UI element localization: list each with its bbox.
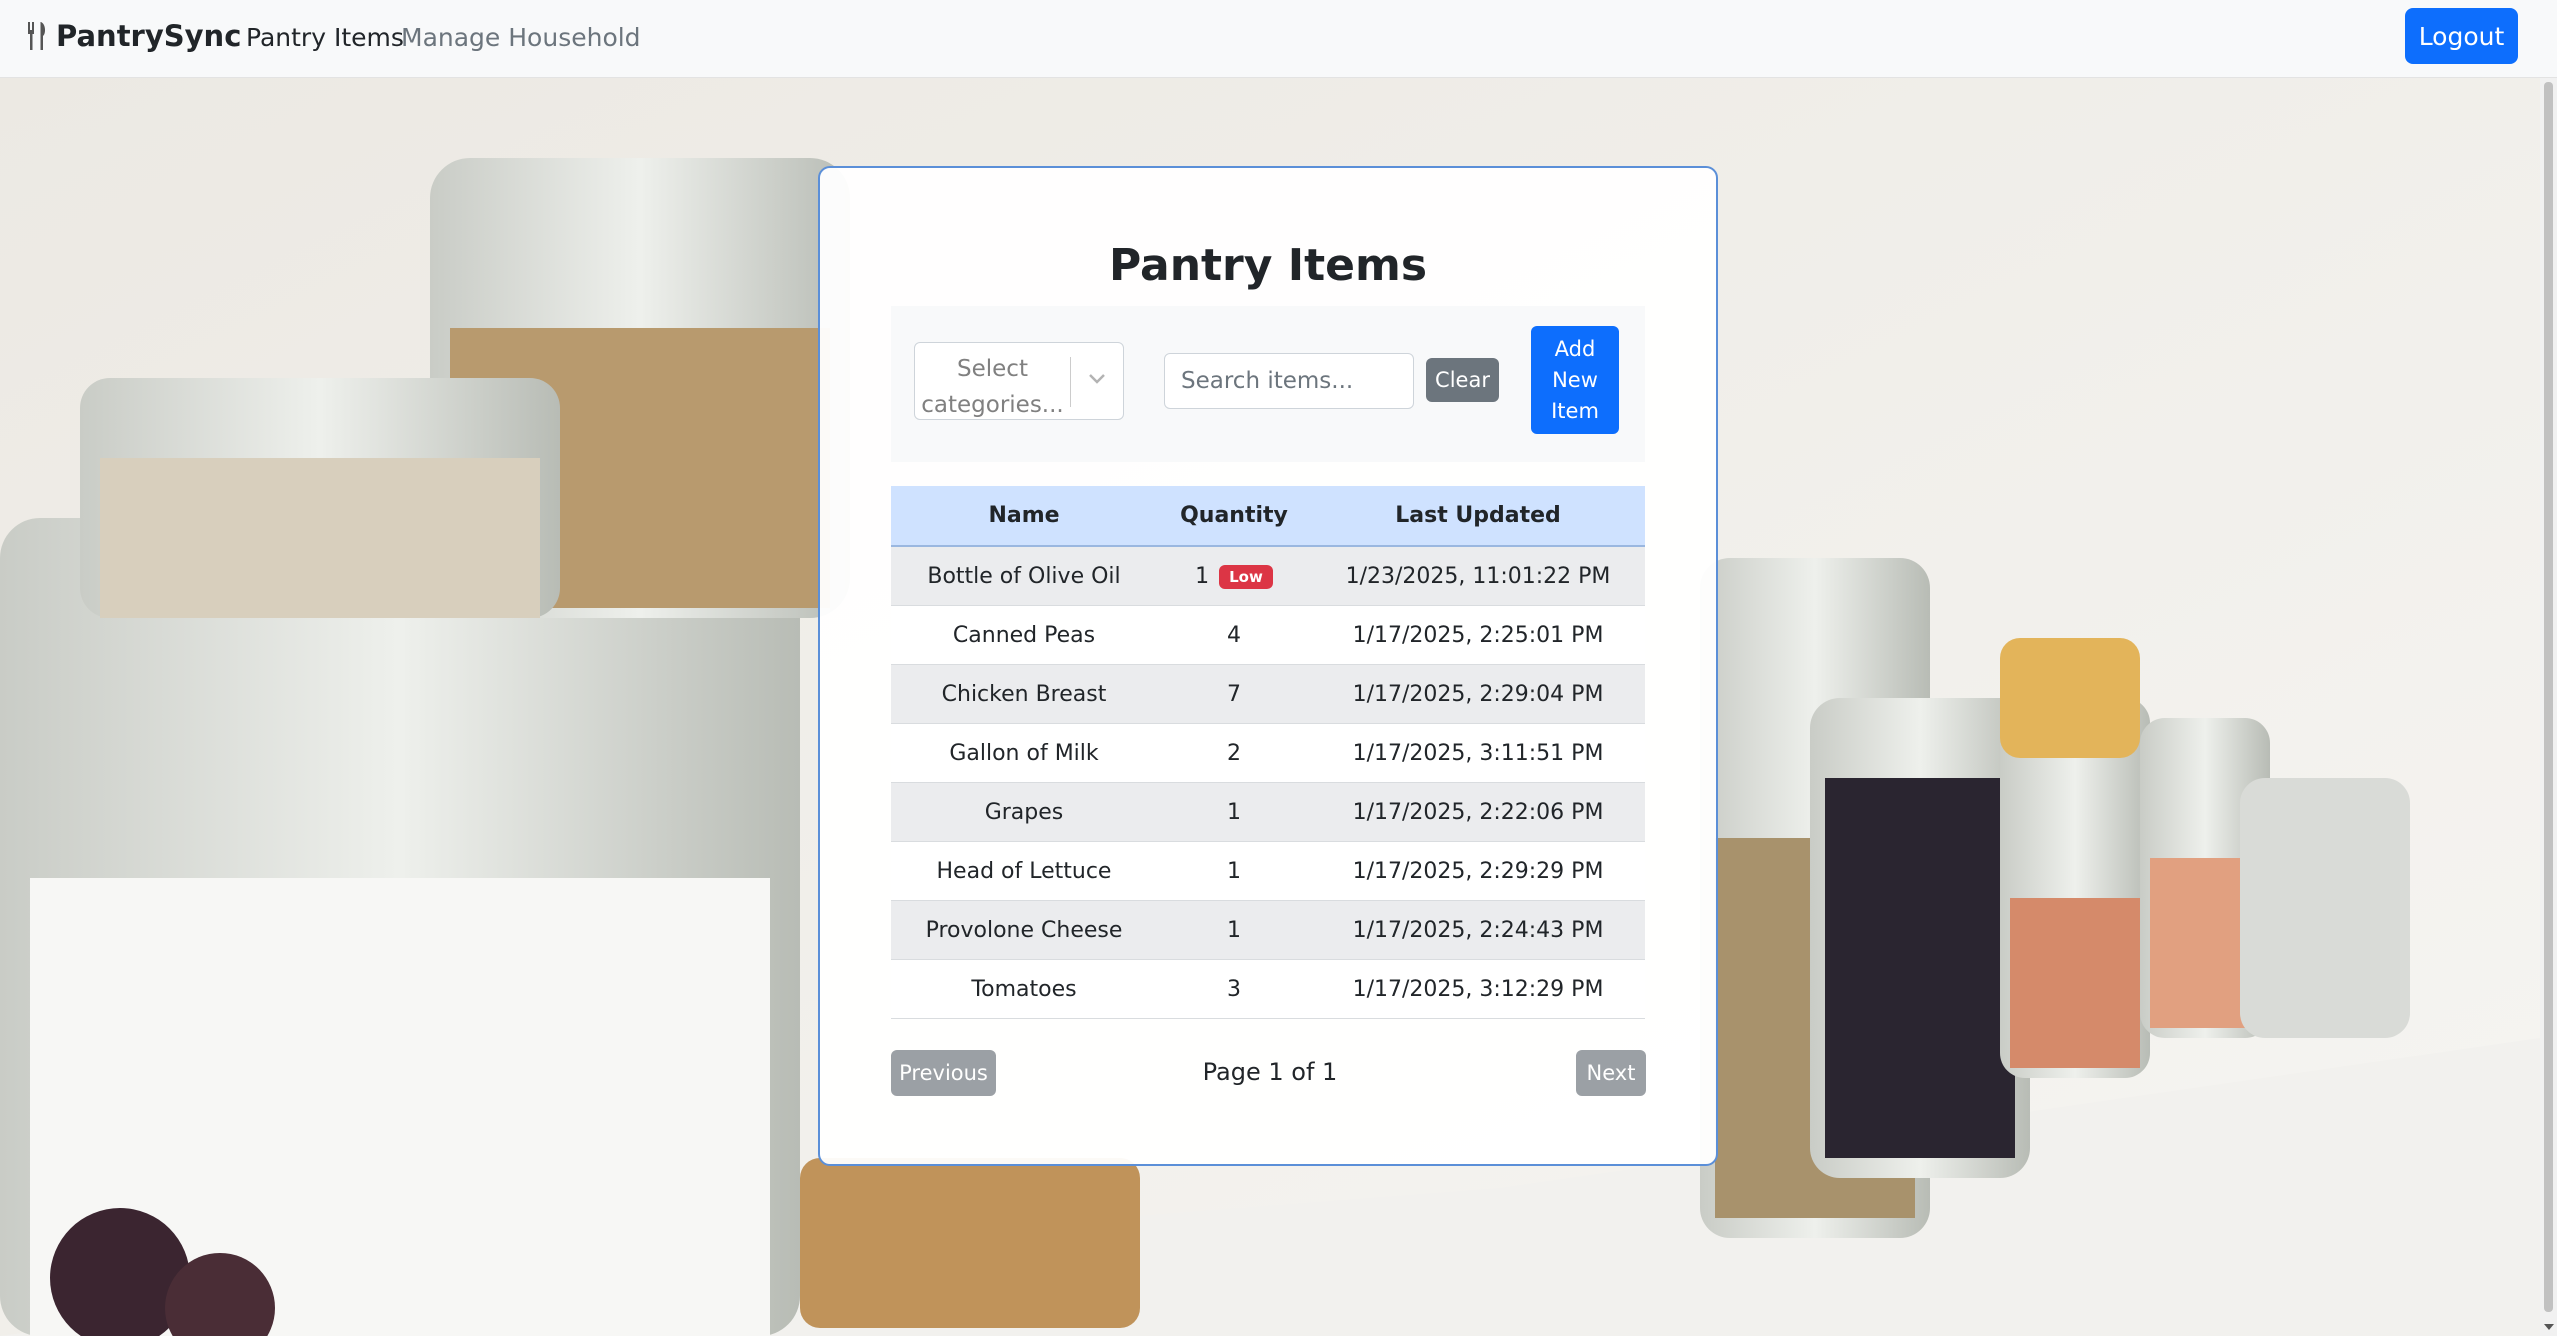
table-row[interactable]: Bottle of Olive Oil 1 Low 1/23/2025, 11:0… [891,546,1645,606]
brand[interactable]: PantrySync [26,19,241,53]
item-last-updated: 1/17/2025, 2:22:06 PM [1311,782,1645,842]
item-quantity: 1 [1157,900,1311,960]
clear-button[interactable]: Clear [1426,358,1499,402]
item-quantity: 1 [1157,841,1311,901]
table-row[interactable]: Head of Lettuce 1 1/17/2025, 2:29:29 PM [891,841,1645,901]
item-quantity: 1 [1195,563,1210,589]
table-row[interactable]: Grapes 1 1/17/2025, 2:22:06 PM [891,782,1645,842]
pantry-table: Name Quantity Last Updated Bottle of Oli… [891,486,1645,1019]
logout-button[interactable]: Logout [2405,8,2518,64]
item-last-updated: 1/17/2025, 3:11:51 PM [1311,723,1645,783]
item-name: Provolone Cheese [891,900,1157,960]
page-title: Pantry Items [1108,240,1428,291]
table-row[interactable]: Gallon of Milk 2 1/17/2025, 3:11:51 PM [891,723,1645,783]
page-indicator: Page 1 of 1 [1202,1058,1338,1086]
item-name: Gallon of Milk [891,723,1157,783]
item-quantity: 4 [1157,605,1311,665]
item-name: Canned Peas [891,605,1157,665]
navbar: PantrySync Pantry Items Manage Household… [0,0,2557,78]
item-name: Tomatoes [891,959,1157,1019]
controls-bar: Select categories... Clear Add New Item [891,306,1645,462]
scrollbar-thumb[interactable] [2544,82,2553,1312]
nav-manage-household[interactable]: Manage Household [401,23,641,52]
item-name: Grapes [891,782,1157,842]
item-quantity: 2 [1157,723,1311,783]
header-last-updated[interactable]: Last Updated [1311,486,1645,547]
previous-button[interactable]: Previous [891,1050,996,1096]
table-row[interactable]: Provolone Cheese 1 1/17/2025, 2:24:43 PM [891,900,1645,960]
item-name: Head of Lettuce [891,841,1157,901]
nav-pantry-items[interactable]: Pantry Items [246,23,404,52]
item-last-updated: 1/17/2025, 2:29:29 PM [1311,841,1645,901]
item-last-updated: 1/17/2025, 2:24:43 PM [1311,900,1645,960]
table-row[interactable]: Canned Peas 4 1/17/2025, 2:25:01 PM [891,605,1645,665]
item-name: Chicken Breast [891,664,1157,724]
category-placeholder: Select categories... [921,356,1064,418]
search-input[interactable] [1164,353,1414,409]
item-last-updated: 1/17/2025, 2:29:04 PM [1311,664,1645,724]
chevron-down-icon[interactable] [1087,371,1107,390]
item-last-updated: 1/17/2025, 2:25:01 PM [1311,605,1645,665]
item-name: Bottle of Olive Oil [891,546,1157,606]
header-quantity[interactable]: Quantity [1157,486,1311,547]
item-quantity: 3 [1157,959,1311,1019]
low-stock-badge: Low [1219,564,1273,589]
table-header-row: Name Quantity Last Updated [891,486,1645,547]
utensils-icon [26,21,48,51]
item-last-updated: 1/23/2025, 11:01:22 PM [1311,546,1645,606]
scroll-down-arrow-icon[interactable] [2544,1324,2554,1330]
item-quantity: 7 [1157,664,1311,724]
item-quantity: 1 [1157,782,1311,842]
item-quantity-cell: 1 Low [1157,546,1311,606]
pantry-card: Pantry Items Select categories... Clear … [818,166,1718,1166]
page-scrollbar[interactable] [2540,78,2557,1336]
table-row[interactable]: Tomatoes 3 1/17/2025, 3:12:29 PM [891,959,1645,1019]
next-button[interactable]: Next [1576,1050,1646,1096]
header-name[interactable]: Name [891,486,1157,547]
add-new-item-button[interactable]: Add New Item [1531,326,1619,434]
table-row[interactable]: Chicken Breast 7 1/17/2025, 2:29:04 PM [891,664,1645,724]
item-last-updated: 1/17/2025, 3:12:29 PM [1311,959,1645,1019]
select-separator [1070,357,1071,407]
brand-name: PantrySync [56,19,242,53]
category-select[interactable]: Select categories... [914,342,1124,420]
